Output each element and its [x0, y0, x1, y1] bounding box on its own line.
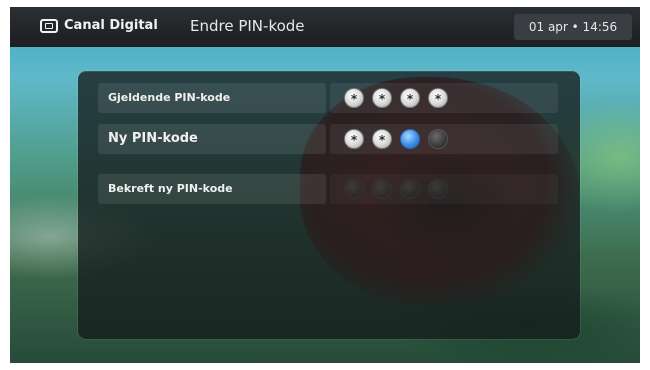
pin-digit: * — [344, 88, 364, 108]
brand-logo: Canal Digital — [40, 18, 158, 33]
top-bar: Canal Digital Endre PIN-kode 01 apr • 14… — [10, 7, 640, 47]
row-label-box: Ny PIN-kode — [98, 124, 326, 154]
row-current-pin[interactable]: Gjeldende PIN-kode * * * * — [98, 83, 558, 113]
date-time: 01 apr • 14:56 — [514, 14, 632, 40]
pin-digit — [400, 179, 420, 199]
pin-digit: * — [400, 88, 420, 108]
row-confirm-pin[interactable]: Bekreft ny PIN-kode — [98, 174, 558, 204]
pin-digit — [428, 129, 448, 149]
pin-digit: * — [428, 88, 448, 108]
current-pin-field[interactable]: * * * * — [330, 83, 558, 113]
tv-screen: Canal Digital Endre PIN-kode 01 apr • 14… — [10, 7, 640, 363]
pin-digit — [372, 179, 392, 199]
brand-name: Canal Digital — [64, 18, 158, 33]
pin-digit: * — [372, 129, 392, 149]
pin-digit-cursor — [400, 129, 420, 149]
row-new-pin[interactable]: Ny PIN-kode * * — [98, 124, 558, 154]
pin-digit: * — [372, 88, 392, 108]
confirm-pin-field[interactable] — [330, 174, 558, 204]
tv-icon — [40, 18, 58, 33]
new-pin-label: Ny PIN-kode — [108, 131, 198, 146]
row-label-box: Bekreft ny PIN-kode — [98, 174, 326, 204]
page-title: Endre PIN-kode — [190, 17, 305, 35]
pin-digit: * — [344, 129, 364, 149]
pin-digit — [344, 179, 364, 199]
confirm-pin-label: Bekreft ny PIN-kode — [108, 182, 233, 195]
new-pin-field[interactable]: * * — [330, 124, 558, 154]
current-pin-label: Gjeldende PIN-kode — [108, 91, 231, 104]
row-label-box: Gjeldende PIN-kode — [98, 83, 326, 113]
pin-digit — [428, 179, 448, 199]
pin-change-panel: Gjeldende PIN-kode * * * * Ny PIN-kode *… — [78, 71, 580, 339]
